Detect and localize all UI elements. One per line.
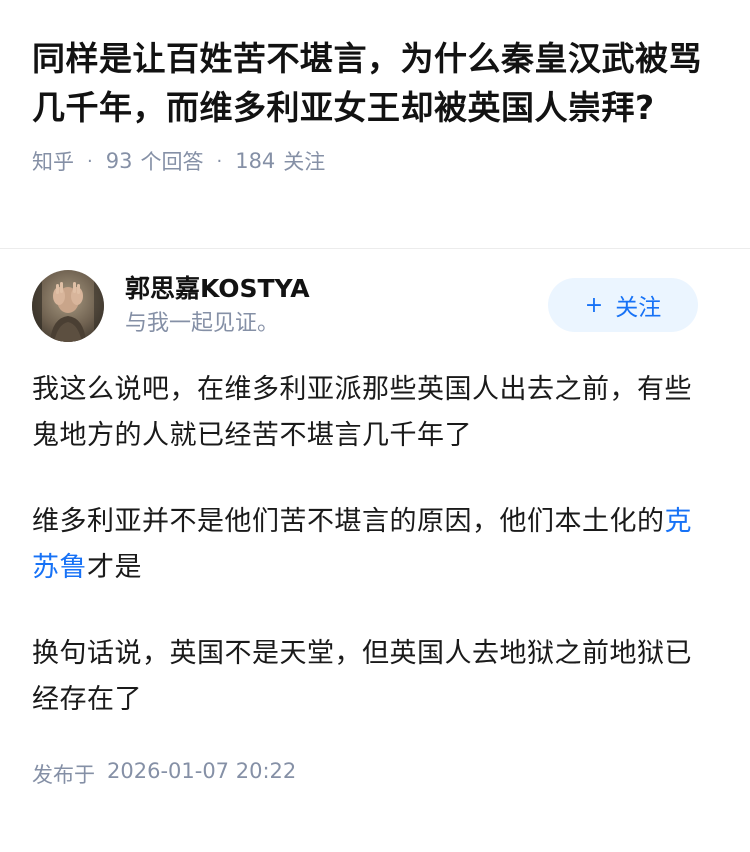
paragraph-text: 才是 — [87, 552, 142, 583]
publish-label: 发布于 — [32, 763, 95, 787]
author-row: 郭思嘉KOSTYA 与我一起见证。 + 关注 — [32, 249, 718, 359]
follow-label: 关注 — [615, 295, 662, 321]
answer-content: 我这么说吧，在维多利亚派那些英国人出去之前，有些鬼地方的人就已经苦不堪言几千年了… — [32, 367, 718, 723]
zhihu-answer-page: 同样是让百姓苦不堪言，为什么秦皇汉武被骂几千年，而维多利亚女王却被英国人崇拜? … — [0, 0, 750, 852]
question-meta: 知乎 · 93 个回答 · 184 关注 — [32, 146, 718, 176]
follow-button[interactable]: + 关注 — [548, 278, 698, 332]
question-header: 同样是让百姓苦不堪言，为什么秦皇汉武被骂几千年，而维多利亚女王却被英国人崇拜? … — [0, 0, 750, 216]
paragraph-text: 维多利亚并不是他们苦不堪言的原因，他们本土化的 — [32, 506, 665, 537]
question-title[interactable]: 同样是让百姓苦不堪言，为什么秦皇汉武被骂几千年，而维多利亚女王却被英国人崇拜? — [32, 34, 718, 132]
publish-info: 发布于 2026-01-07 20:22 — [32, 759, 718, 789]
author-name[interactable]: 郭思嘉KOSTYA — [125, 272, 310, 306]
source-label[interactable]: 知乎 — [32, 146, 74, 176]
followers-label: 关注 — [283, 150, 326, 174]
answer-paragraph: 维多利亚并不是他们苦不堪言的原因，他们本土化的克苏鲁才是 — [32, 499, 718, 591]
followers-count: 184 — [235, 149, 276, 173]
answer-card: 郭思嘉KOSTYA 与我一起见证。 + 关注 我这么说吧，在维多利亚派那些英国人… — [0, 249, 750, 789]
answers-label: 个回答 — [140, 150, 204, 174]
meta-separator: · — [87, 150, 93, 172]
avatar-photo-icon — [32, 270, 104, 342]
plus-icon: + — [584, 292, 604, 318]
avatar[interactable] — [32, 270, 104, 342]
publish-time: 2026-01-07 20:22 — [107, 759, 297, 783]
answer-paragraph: 我这么说吧，在维多利亚派那些英国人出去之前，有些鬼地方的人就已经苦不堪言几千年了 — [32, 374, 692, 451]
answer-paragraph: 换句话说，英国不是天堂，但英国人去地狱之前地狱已经存在了 — [32, 638, 692, 715]
answers-count: 93 — [105, 149, 133, 173]
author-info: 郭思嘉KOSTYA 与我一起见证。 — [125, 272, 310, 340]
author-bio: 与我一起见证。 — [125, 311, 280, 336]
meta-separator: · — [216, 150, 223, 172]
